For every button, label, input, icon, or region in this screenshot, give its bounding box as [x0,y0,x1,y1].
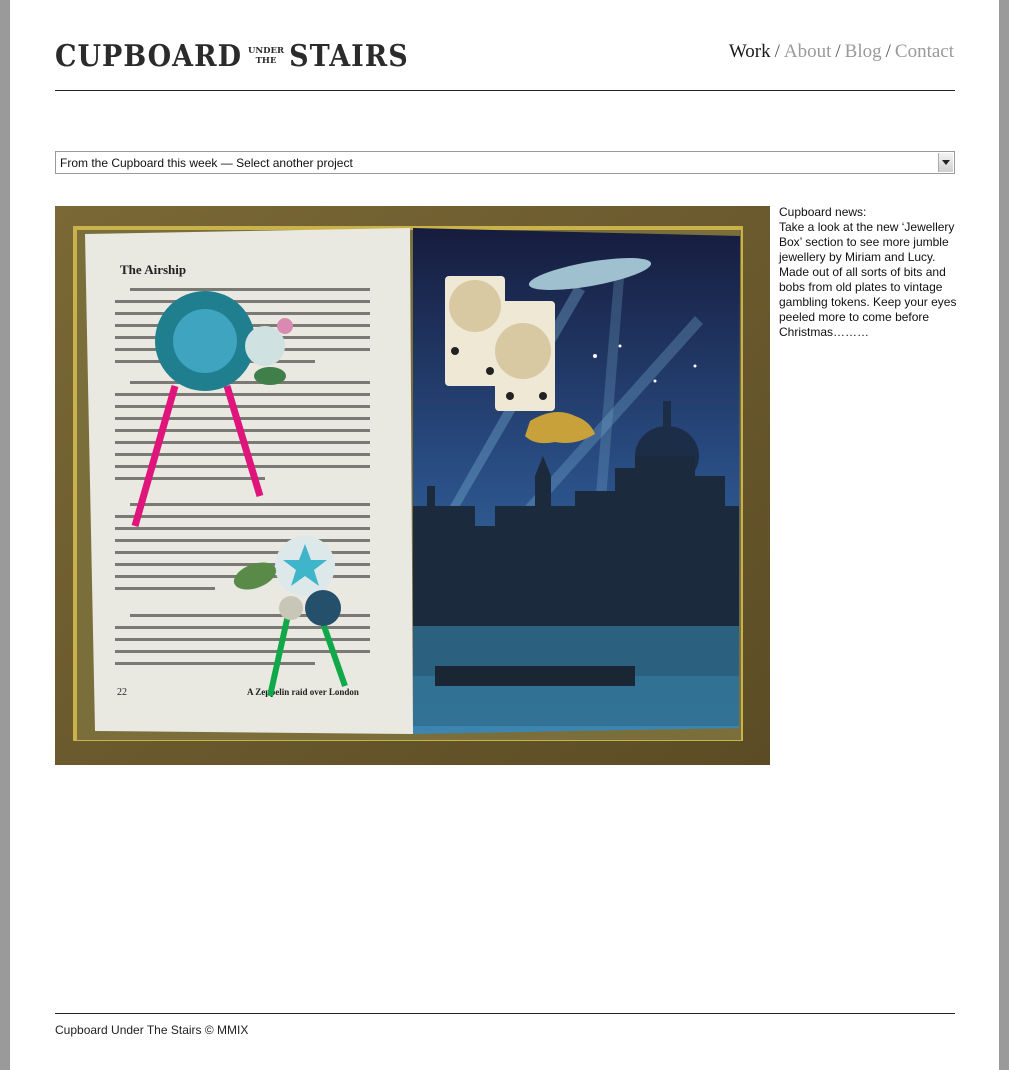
page: CUPBOARD UNDER THE STAIRS Work / About / Blo… [10,0,999,1070]
nav-contact[interactable]: Contact [895,41,954,62]
logo-word-the: THE [255,56,277,66]
news-body: Take a look at the new ‘Jewellery Box’ s… [779,220,957,339]
news-panel: Cupboard news: Take a look at the new ‘J… [779,205,957,340]
nav-separator: / [885,41,891,62]
nav-separator: / [835,41,841,62]
site-logo[interactable]: CUPBOARD UNDER THE STAIRS [55,40,409,72]
book-page-caption: A Zeppelin raid over London [247,687,359,697]
dropdown-arrow-icon[interactable] [938,153,953,172]
nav-about[interactable]: About [784,41,832,62]
logo-small-words: UNDER THE [248,46,284,66]
book-page-number: 22 [117,687,127,698]
logo-word-left: CUPBOARD [55,38,242,74]
nav-separator: / [774,41,780,62]
project-select-value: From the Cupboard this week — Select ano… [60,155,353,170]
header-divider [55,90,955,91]
main-nav: Work / About / Blog / Contact [729,41,954,63]
footer-divider [55,1013,955,1014]
project-photo: The Airship 22 A Zeppelin raid over Lond… [55,206,770,765]
book-photo-illustration: The Airship 22 A Zeppelin raid over Lond… [55,206,770,765]
logo-word-under: UNDER [247,46,285,56]
nav-blog[interactable]: Blog [845,41,882,62]
project-select[interactable]: From the Cupboard this week — Select ano… [55,151,955,174]
book-page-heading: The Airship [120,262,186,277]
footer-copyright: Cupboard Under The Stairs © MMIX [55,1023,249,1037]
logo-word-right: STAIRS [289,38,409,74]
nav-work[interactable]: Work [729,41,771,62]
news-title: Cupboard news: [779,205,867,219]
